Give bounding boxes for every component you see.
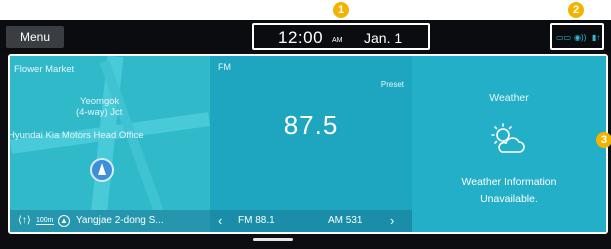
compass-icon[interactable]: ⟨↑⟩ <box>18 215 31 226</box>
weather-widget[interactable]: Weather Weather Information Unavailable. <box>412 56 606 232</box>
radio-widget[interactable]: FM Preset 87.5 ‹ FM 88.1 AM 531 › <box>210 56 412 232</box>
clock-display[interactable]: 12:00 AM Jan. 1 <box>252 23 430 50</box>
map-widget[interactable]: Flower Market Yeomgok (4-way) Jct Hyunda… <box>10 56 210 232</box>
clock-ampm: AM <box>332 37 343 44</box>
infotainment-screen: Menu 12:00 AM Jan. 1 ▭▭ ◉)) ▮↑ Flower Ma… <box>0 20 611 249</box>
radio-band: FM <box>218 62 231 72</box>
battery-icon: ▭▭ <box>556 33 572 42</box>
location-pin-icon: ▲ <box>58 215 70 227</box>
home-indicator[interactable] <box>253 238 293 241</box>
current-position-icon <box>90 158 114 182</box>
map-scale: 100m <box>36 217 54 225</box>
map-label-head-office: Hyundai Kia Motors Head Office <box>10 130 144 141</box>
top-status-bar: Menu 12:00 AM Jan. 1 ▭▭ ◉)) ▮↑ <box>0 20 611 52</box>
weather-message: Weather Information Unavailable. <box>412 174 606 208</box>
chevron-left-icon[interactable]: ‹ <box>218 210 222 232</box>
status-icons-area[interactable]: ▭▭ ◉)) ▮↑ <box>550 23 604 50</box>
weather-message-line2: Unavailable. <box>480 193 538 205</box>
preset-prev-button[interactable]: FM 88.1 <box>238 210 275 232</box>
callout-marker-1: 1 <box>333 2 349 18</box>
callout-marker-3: 3 <box>596 132 611 148</box>
clock-date: Jan. 1 <box>364 30 403 46</box>
map-label-jct: (4-way) Jct <box>76 107 123 118</box>
current-address: Yangjae 2-dong S... <box>76 215 164 226</box>
preset-next-button[interactable]: AM 531 <box>328 210 362 232</box>
map-footer: ⟨↑⟩ 100m ▲ Yangjae 2-dong S... <box>10 210 210 232</box>
bluetooth-audio-icon: ◉)) <box>574 33 587 42</box>
callout-marker-2: 2 <box>568 2 584 18</box>
map-label-yeomgok: Yeomgok <box>80 96 120 107</box>
partly-cloudy-icon <box>491 123 525 153</box>
radio-preset-bar: ‹ FM 88.1 AM 531 › <box>210 210 412 232</box>
weather-message-line1: Weather Information <box>461 176 557 188</box>
signal-icon: ▮↑ <box>592 33 601 42</box>
map-label-flower-market: Flower Market <box>14 64 75 75</box>
home-widgets: Flower Market Yeomgok (4-way) Jct Hyunda… <box>8 54 608 234</box>
radio-frequency: 87.5 <box>283 110 339 140</box>
clock-time: 12:00 <box>278 28 324 47</box>
radio-preset-label: Preset <box>380 80 404 89</box>
weather-title: Weather <box>489 92 529 104</box>
menu-button[interactable]: Menu <box>6 26 64 48</box>
chevron-right-icon[interactable]: › <box>390 210 394 232</box>
